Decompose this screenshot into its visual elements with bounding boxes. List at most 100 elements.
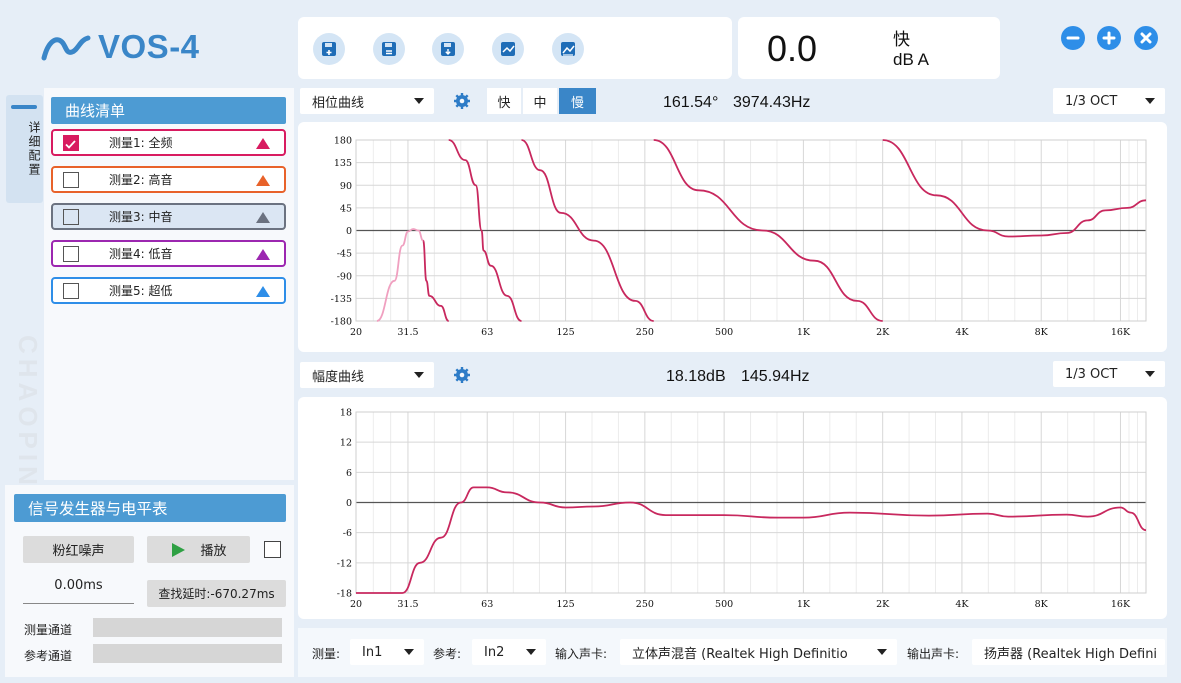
curve-color-triangle-icon [256, 249, 270, 260]
chevron-down-icon [414, 98, 424, 104]
chart-area-button[interactable] [552, 33, 584, 65]
phase-curve-select[interactable]: 相位曲线 [300, 88, 434, 114]
play-icon [172, 542, 186, 557]
phase-oct-select-value: 1/3 OCT [1065, 93, 1118, 109]
y-tick-label: -45 [337, 249, 352, 260]
curve-checkbox-2[interactable] [63, 172, 79, 188]
magnitude-curve-select[interactable]: 幅度曲线 [300, 362, 434, 388]
save-list-button[interactable] [373, 33, 405, 65]
input-card-select[interactable]: 立体声混音 (Realtek High Definitio [620, 639, 897, 665]
x-tick-label: 125 [557, 327, 575, 338]
curve-list-title: 曲线清单 [51, 97, 286, 124]
y-tick-label: -90 [337, 271, 352, 282]
y-tick-label: 135 [334, 158, 352, 169]
play-button[interactable]: 播放 [147, 536, 250, 563]
generator-title-text: 信号发生器与电平表 [28, 500, 168, 518]
pink-noise-button[interactable]: 粉红噪声 [23, 536, 134, 563]
phase-readout-value: 161.54° [663, 94, 719, 111]
reference-select-label: 参考: [433, 647, 462, 661]
speed-fast-option[interactable]: 快 [487, 88, 521, 114]
y-tick-label: 180 [334, 136, 352, 147]
chart-line-button[interactable] [492, 33, 524, 65]
phase-settings-gear-icon[interactable] [453, 92, 471, 110]
save-add-button[interactable] [313, 33, 345, 65]
curve-checkbox-5[interactable] [63, 283, 79, 299]
chevron-down-icon [1145, 98, 1155, 104]
find-delay-button[interactable]: 查找延时:-670.27ms [147, 580, 286, 607]
y-tick-label: 12 [340, 438, 352, 449]
magnitude-curve-select-value: 幅度曲线 [312, 369, 365, 385]
x-tick-label: 31.5 [397, 327, 418, 338]
y-tick-label: -180 [331, 317, 352, 328]
measure-channel-meter [93, 618, 282, 637]
minimize-icon [1066, 36, 1080, 40]
reference-channel-meter [93, 644, 282, 663]
x-tick-label: 250 [636, 327, 654, 338]
chevron-down-icon [1145, 371, 1155, 377]
magnitude-settings-gear-icon[interactable] [453, 366, 471, 384]
chart-area-icon [561, 42, 575, 56]
y-tick-label: -12 [337, 558, 352, 569]
magnitude-oct-select[interactable]: 1/3 OCT [1053, 361, 1165, 387]
curve-checkbox-1[interactable] [63, 135, 79, 151]
reference-channel-label: 参考通道 [24, 649, 73, 663]
output-card-select[interactable]: 扬声器 (Realtek High Defini [972, 639, 1165, 665]
curve-color-triangle-icon [256, 286, 270, 297]
minimize-button[interactable] [1061, 26, 1085, 50]
x-tick-label: 1K [797, 599, 811, 610]
chevron-down-icon [414, 372, 424, 378]
x-tick-label: 8K [1035, 599, 1049, 610]
y-tick-label: 6 [346, 468, 352, 479]
curve-label-1: 测量1: 全频 [109, 136, 173, 150]
chevron-down-icon [404, 649, 414, 655]
delay-value: 0.00ms [54, 578, 103, 593]
y-tick-label: -135 [331, 294, 352, 305]
curve-item-3[interactable]: 测量3: 中音 [51, 203, 286, 230]
chevron-down-icon [877, 649, 887, 655]
magnitude-chart: 20 31.5 63 125 250 500 1K 2K 4K 8K 16K 18 12 6 0 -6 -12 -… [337, 408, 1147, 610]
loop-checkbox[interactable] [264, 541, 281, 558]
phase-oct-select[interactable]: 1/3 OCT [1053, 88, 1165, 114]
save-list-icon [382, 42, 396, 56]
speed-medium-option[interactable]: 中 [523, 88, 557, 114]
reference-input-select[interactable]: In2 [472, 639, 546, 665]
curve-item-5[interactable]: 测量5: 超低 [51, 277, 286, 304]
maximize-button[interactable] [1097, 26, 1121, 50]
output-card-label: 输出声卡: [907, 647, 960, 661]
logo-text: VOS-4 [98, 28, 200, 65]
curve-item-1[interactable]: 测量1: 全频 [51, 129, 286, 156]
y-tick-label: 0 [346, 226, 352, 237]
generator-title: 信号发生器与电平表 [14, 494, 286, 522]
curve-item-4[interactable]: 测量4: 低音 [51, 240, 286, 267]
y-tick-label: -6 [343, 528, 352, 539]
speed-slow-option[interactable]: 慢 [559, 88, 596, 114]
x-tick-label: 125 [557, 599, 575, 610]
meter-value: 0.0 [767, 28, 818, 69]
x-tick-label: 500 [715, 327, 733, 338]
magnitude-readout-freq: 145.94Hz [741, 368, 810, 385]
curve-item-2[interactable]: 测量2: 高音 [51, 166, 286, 193]
x-tick-label: 500 [715, 599, 733, 610]
detail-config-tab[interactable]: 详细配置 [6, 95, 43, 203]
output-card-value: 扬声器 (Realtek High Defini [984, 646, 1158, 662]
curve-list-title-text: 曲线清单 [65, 102, 126, 120]
close-button[interactable] [1134, 26, 1158, 50]
y-tick-label: -18 [337, 589, 352, 600]
meter-unit: dB A [893, 50, 929, 69]
measure-channel-label: 测量通道 [24, 623, 73, 637]
measure-input-value: In1 [362, 644, 383, 660]
chart-line-icon [501, 42, 515, 56]
y-tick-label: 90 [340, 181, 352, 192]
watermark: CHAOPIN. [13, 335, 43, 503]
measure-input-select[interactable]: In1 [350, 639, 424, 665]
chevron-down-icon [526, 649, 536, 655]
checkmark-icon [65, 140, 76, 149]
x-tick-label: 1K [797, 327, 811, 338]
x-tick-label: 16K [1111, 327, 1131, 338]
magnitude-oct-select-value: 1/3 OCT [1065, 366, 1118, 382]
curve-checkbox-3[interactable] [63, 209, 79, 225]
play-label: 播放 [200, 544, 227, 559]
curve-color-triangle-icon [256, 212, 270, 223]
save-down-button[interactable] [432, 33, 464, 65]
curve-checkbox-4[interactable] [63, 246, 79, 262]
